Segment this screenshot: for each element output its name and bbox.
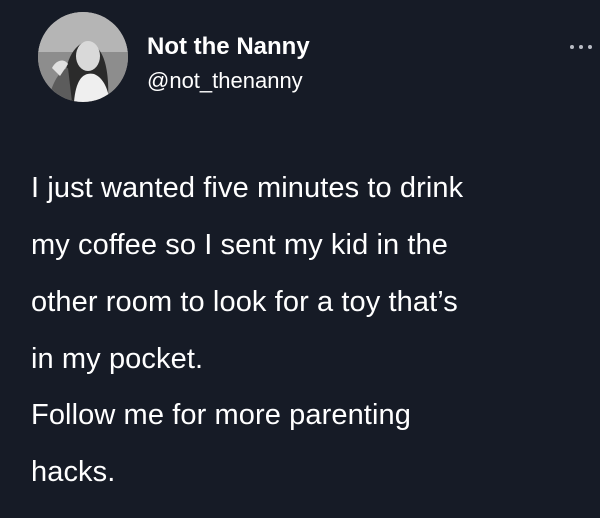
tweet-line: I just wanted five minutes to drink (31, 172, 464, 204)
tweet-line: my coffee so I sent my kid in the (31, 229, 449, 261)
tweet-paragraph-1: I just wanted five minutes to drink my c… (31, 160, 591, 388)
dot (588, 45, 592, 49)
dot (570, 45, 574, 49)
tweet-line: Follow me for more parenting (31, 399, 411, 431)
profile-photo-icon (38, 12, 128, 102)
tweet-line: in my pocket. (31, 343, 204, 375)
dot (579, 45, 583, 49)
more-options-icon[interactable] (568, 40, 598, 54)
tweet-line: hacks. (31, 456, 116, 488)
tweet-line: other room to look for a toy that’s (31, 286, 458, 318)
avatar[interactable] (38, 12, 128, 102)
tweet-card: Not the Nanny @not_thenanny I just wante… (0, 0, 600, 518)
display-name[interactable]: Not the Nanny (147, 32, 310, 62)
user-handle[interactable]: @not_thenanny (147, 67, 303, 95)
tweet-paragraph-2: Follow me for more parenting hacks. (31, 387, 591, 501)
